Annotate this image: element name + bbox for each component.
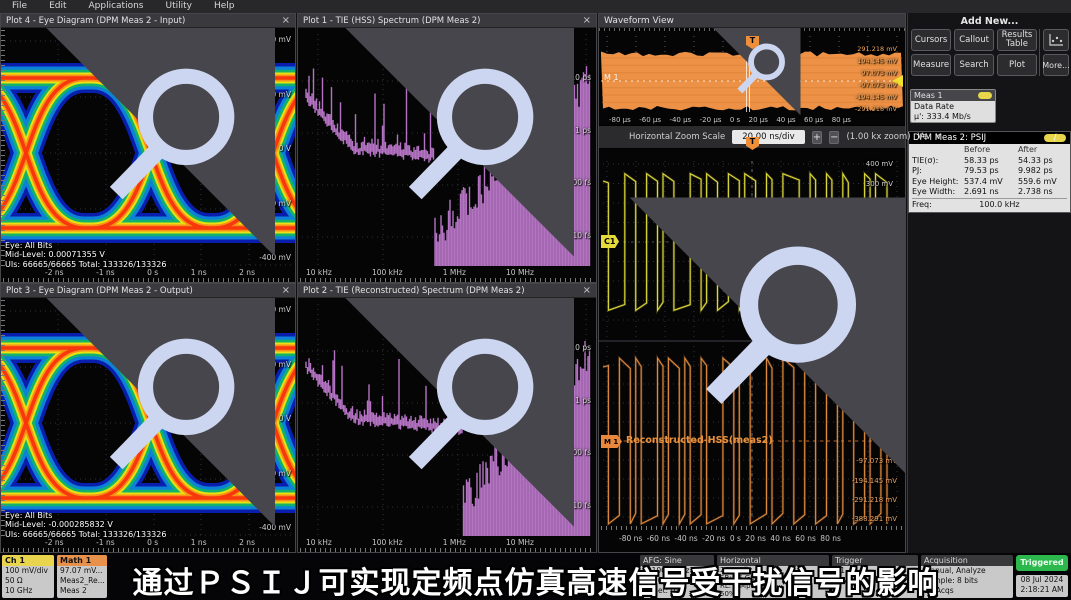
- setting-line: 97.07 mV...: [60, 566, 104, 576]
- col-after: After: [1018, 145, 1069, 156]
- plot3-header[interactable]: Plot 3 - Eye Diagram (DPM Meas 2 - Outpu…: [1, 284, 295, 298]
- menu-bar: File Edit Applications Utility Help: [0, 0, 1071, 13]
- col-before: Before: [964, 145, 1018, 156]
- close-icon[interactable]: ×: [934, 132, 941, 142]
- zoom-corner-icon[interactable]: [298, 298, 596, 552]
- ch1-settings: 100 mV/div50 Ω10 GHz: [2, 566, 54, 595]
- add-new-button[interactable]: Cursors: [911, 29, 951, 51]
- zoom-scale-value[interactable]: 20.00 ns/div: [732, 130, 805, 144]
- table-row: Eye Width:2.691 ns2.738 ns: [912, 187, 1067, 198]
- add-new-label: Add New...: [908, 16, 1071, 27]
- plot4-header[interactable]: Plot 4 - Eye Diagram (DPM Meas 2 - Input…: [1, 14, 295, 28]
- zoom-corner-icon[interactable]: [298, 28, 596, 282]
- vertical-label[interactable]: Ve: [918, 132, 928, 142]
- close-icon[interactable]: ×: [583, 16, 591, 26]
- close-icon[interactable]: ×: [282, 16, 290, 26]
- meas1-name: Meas 1: [914, 91, 943, 100]
- add-new-button[interactable]: Callout: [954, 29, 994, 51]
- add-new-button[interactable]: Search: [954, 54, 994, 76]
- dpm-page-pill[interactable]: /: [1044, 134, 1066, 142]
- plot2-header[interactable]: Plot 2 - TIE (Reconstructed) Spectrum (D…: [298, 284, 596, 298]
- subtitle-overlay: 通过ＰＳＩＪ可实现定频点仿真高速信号受干扰信号的影响: [133, 558, 939, 600]
- math1-settings: 97.07 mV...Meas2_Re...Meas 2: [57, 566, 107, 595]
- plot1-header[interactable]: Plot 1 - TIE (HSS) Spectrum (DPM Meas 2)…: [298, 14, 596, 28]
- plot2-spectrum-panel: Plot 2 - TIE (Reconstructed) Spectrum (D…: [297, 283, 597, 553]
- menu-item[interactable]: File: [12, 0, 27, 13]
- close-icon[interactable]: ×: [282, 286, 290, 296]
- zoom-readout: (1.00 kx zoom): [846, 132, 910, 142]
- setting-line: 50 Ω: [5, 576, 51, 586]
- plot3-eye-diagram-panel: Plot 3 - Eye Diagram (DPM Meas 2 - Outpu…: [0, 283, 296, 553]
- plot1-title: Plot 1 - TIE (HSS) Spectrum (DPM Meas 2): [303, 16, 480, 26]
- close-icon[interactable]: ×: [583, 286, 591, 296]
- add-new-button[interactable]: Plot: [997, 54, 1037, 76]
- menu-item[interactable]: Help: [214, 0, 235, 13]
- plot4-eye-diagram-panel: Plot 4 - Eye Diagram (DPM Meas 2 - Input…: [0, 13, 296, 283]
- button-divider: [1039, 29, 1040, 76]
- zoom-corner-icon[interactable]: [599, 149, 905, 552]
- meas1-badge[interactable]: Meas 1 Data Rate µ': 333.4 Mb/s: [910, 89, 996, 123]
- waveform-view-title: Waveform View: [604, 16, 674, 26]
- datetime-box: 08 Jul 2024 2:18:21 AM: [1016, 575, 1068, 597]
- freq-value: 100.0 kHz: [932, 199, 1067, 210]
- meas1-line1: Data Rate: [914, 102, 992, 112]
- triggered-indicator[interactable]: Triggered: [1016, 555, 1068, 571]
- meas1-active-pill: [978, 92, 992, 99]
- freq-label: Freq:: [912, 199, 932, 210]
- plot3-canvas[interactable]: 400 mV200 mV0 V-200 mV-400 mV -2 ns-1 ns…: [1, 298, 295, 552]
- ch1-name: Ch 1: [2, 555, 54, 566]
- math1-name: Math 1: [57, 555, 107, 566]
- date-label: 08 Jul 2024: [1016, 575, 1068, 585]
- plot1-spectrum-panel: Plot 1 - TIE (HSS) Spectrum (DPM Meas 2)…: [297, 13, 597, 283]
- plot3-title: Plot 3 - Eye Diagram (DPM Meas 2 - Outpu…: [6, 286, 193, 296]
- zoom-corner-icon[interactable]: [1, 298, 295, 552]
- plot1-canvas[interactable]: 10 ps1 ps100 fs10 fs 10 kHz100 kHz1 MHz1…: [298, 28, 596, 282]
- menu-item[interactable]: Applications: [89, 0, 144, 13]
- plot2-title: Plot 2 - TIE (Reconstructed) Spectrum (D…: [303, 286, 525, 296]
- math1-badge[interactable]: Math 1 97.07 mV...Meas2_Re...Meas 2: [57, 555, 107, 598]
- add-new-buttons: CursorsCalloutResults Table MeasureSearch…: [911, 29, 1037, 76]
- ch1-badge[interactable]: Ch 1 100 mV/div50 Ω10 GHz: [2, 555, 54, 598]
- plot2-canvas[interactable]: 10 ps1 ps100 fs10 fs 10 kHz100 kHz1 MHz1…: [298, 298, 596, 552]
- results-sidebar: Add New... CursorsCalloutResults Table Me…: [907, 13, 1071, 553]
- table-row: Eye Height:537.4 mV559.6 mV: [912, 177, 1067, 188]
- plot4-title: Plot 4 - Eye Diagram (DPM Meas 2 - Input…: [6, 16, 185, 26]
- waveform-zoom-detail[interactable]: C1 M 1 Reconstructed-HSS(meas2) 400 mV30…: [599, 149, 905, 552]
- waveform-view-panel: Waveform View T M 1 291.218 mV194.145 mV…: [598, 13, 906, 553]
- table-row: PJ:79.53 ps9.982 ps: [912, 166, 1067, 177]
- zoom-out-button[interactable]: −: [829, 131, 839, 144]
- table-row: TIE(σ):58.33 ps54.33 ps: [912, 156, 1067, 167]
- zoom-scale-label: Horizontal Zoom Scale: [629, 132, 725, 142]
- setting-line: Meas 2: [60, 586, 104, 596]
- meas1-line2: µ': 333.4 Mb/s: [914, 112, 992, 122]
- waveform-overview[interactable]: T M 1 291.218 mV194.145 mV97.073 mV-97.0…: [599, 28, 905, 125]
- menu-item[interactable]: Edit: [49, 0, 66, 13]
- zoom-in-button[interactable]: +: [812, 131, 822, 144]
- scatter-plot-icon: [1048, 33, 1064, 47]
- setting-line: 10 GHz: [5, 586, 51, 596]
- freq-row: Freq:100.0 kHz: [912, 198, 1067, 210]
- zoom-corner-icon[interactable]: [1, 28, 295, 282]
- oscilloscope-screen: File Edit Applications Utility Help Plot 4 -…: [0, 0, 1071, 600]
- menu-item[interactable]: Utility: [165, 0, 191, 13]
- add-new-button[interactable]: Results Table: [997, 29, 1037, 51]
- plot4-canvas[interactable]: 400 mV200 mV0 V-200 mV-400 mV -2 ns-1 ns…: [1, 28, 295, 282]
- waveform-view-header[interactable]: Waveform View: [599, 14, 905, 28]
- setting-line: Meas2_Re...: [60, 576, 104, 586]
- time-label: 2:18:21 AM: [1016, 585, 1068, 595]
- dpm-results-table[interactable]: DPM Meas 2: PSIJ / BeforeAfter TIE(σ):58…: [908, 131, 1071, 213]
- plot-icon-button[interactable]: [1043, 29, 1069, 51]
- more-button[interactable]: More...: [1043, 54, 1069, 76]
- setting-line: 100 mV/div: [5, 566, 51, 576]
- add-new-button[interactable]: Measure: [911, 54, 951, 76]
